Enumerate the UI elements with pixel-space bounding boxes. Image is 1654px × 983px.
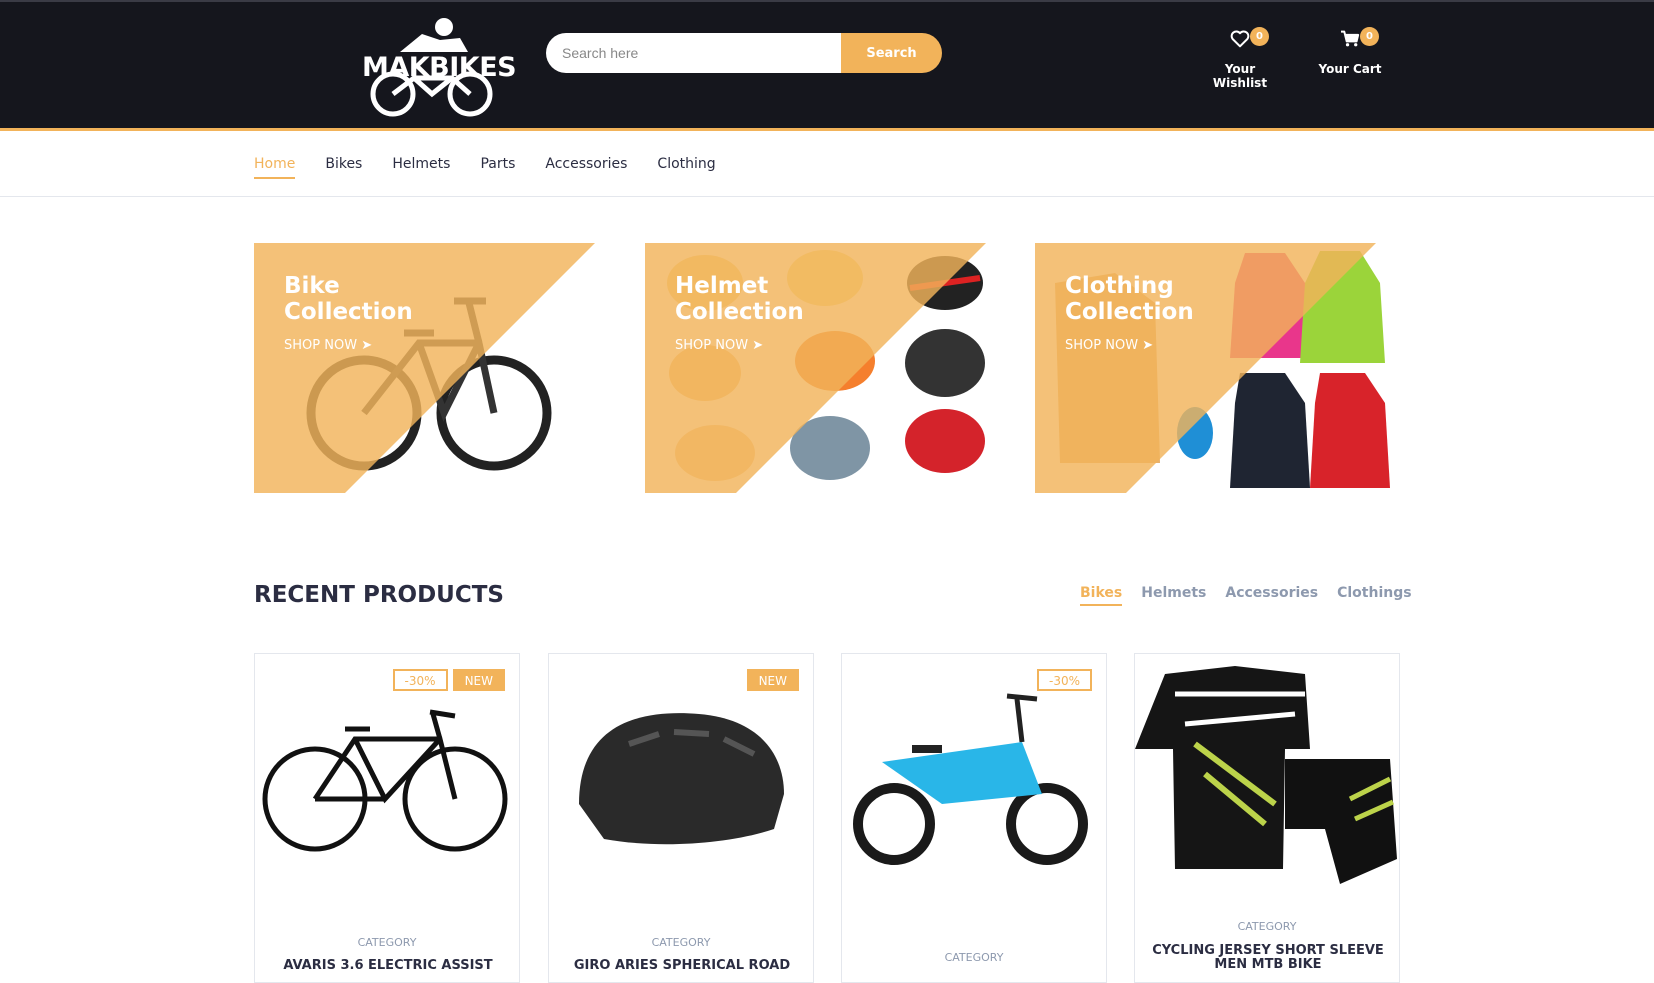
sale-badge: -30% xyxy=(392,669,448,691)
site-header: MAKBIKES Search 0 Your Wishlist 0 Your C… xyxy=(0,0,1654,131)
wishlist-label: Your Wishlist xyxy=(1212,62,1268,90)
helmet-collection-banner[interactable]: Helmet Collection SHOP NOW ➤ xyxy=(645,243,1007,493)
product-card[interactable]: CATEGORY CYCLING JERSEY SHORT SLEEVE MEN… xyxy=(1134,653,1400,983)
wishlist-link[interactable]: 0 Your Wishlist xyxy=(1198,26,1282,90)
tab-helmets[interactable]: Helmets xyxy=(1141,585,1206,606)
product-category: CATEGORY xyxy=(1237,920,1297,933)
new-badge: NEW xyxy=(746,669,799,691)
tab-clothings[interactable]: Clothings xyxy=(1337,585,1411,606)
product-name[interactable]: CYCLING JERSEY SHORT SLEEVE MEN MTB BIKE xyxy=(1145,944,1391,972)
search-input[interactable] xyxy=(546,33,841,73)
product-card[interactable]: NEW CATEGORY GIRO ARIES SPHERICAL ROAD xyxy=(548,653,814,983)
product-category: CATEGORY xyxy=(357,936,417,949)
collection-title: Bike Collection xyxy=(284,273,413,325)
wishlist-count-badge: 0 xyxy=(1250,27,1269,46)
sale-badge: -30% xyxy=(1036,669,1092,691)
nav-item-clothing[interactable]: Clothing xyxy=(657,156,715,179)
product-labels: -30% NEW xyxy=(392,669,505,691)
cart-link[interactable]: 0 Your Cart xyxy=(1316,26,1384,76)
collection-title: Helmet Collection xyxy=(675,273,804,325)
cart-icon xyxy=(1341,30,1360,47)
arrow-circle-right-icon: ➤ xyxy=(1142,338,1154,353)
bike-collection-banner[interactable]: Bike Collection SHOP NOW ➤ xyxy=(254,243,616,493)
search-bar: Search xyxy=(546,33,942,73)
collection-title: Clothing Collection xyxy=(1065,273,1194,325)
nav-item-home[interactable]: Home xyxy=(254,156,296,179)
new-badge: NEW xyxy=(452,669,505,691)
shop-now-link[interactable]: SHOP NOW ➤ xyxy=(1065,338,1153,353)
cart-count-badge: 0 xyxy=(1360,27,1379,46)
heart-icon xyxy=(1230,30,1250,48)
clothing-collection-banner[interactable]: Clothing Collection SHOP NOW ➤ xyxy=(1035,243,1397,493)
nav-item-bikes[interactable]: Bikes xyxy=(325,156,362,179)
product-name[interactable]: AVARIS 3.6 ELECTRIC ASSIST xyxy=(265,959,511,973)
product-category: CATEGORY xyxy=(944,951,1004,964)
nav-item-helmets[interactable]: Helmets xyxy=(392,156,450,179)
shop-now-link[interactable]: SHOP NOW ➤ xyxy=(284,338,372,353)
product-image xyxy=(1135,666,1397,884)
product-category-tabs: Bikes Helmets Accessories Clothings xyxy=(1080,585,1412,606)
makbikes-logo[interactable]: MAKBIKES xyxy=(362,16,517,120)
nav-item-parts[interactable]: Parts xyxy=(480,156,515,179)
tab-accessories[interactable]: Accessories xyxy=(1225,585,1318,606)
product-labels: NEW xyxy=(746,669,799,691)
product-card[interactable]: -30% NEW CATEGORY AVARIS 3.6 ELECTRIC AS… xyxy=(254,653,520,983)
arrow-circle-right-icon: ➤ xyxy=(361,338,373,353)
product-labels: -30% xyxy=(1036,669,1092,691)
shop-now-link[interactable]: SHOP NOW ➤ xyxy=(675,338,763,353)
arrow-circle-right-icon: ➤ xyxy=(752,338,764,353)
product-name[interactable]: GIRO ARIES SPHERICAL ROAD xyxy=(559,959,805,973)
cart-label: Your Cart xyxy=(1318,62,1382,76)
tab-bikes[interactable]: Bikes xyxy=(1080,585,1123,606)
recent-products-title: RECENT PRODUCTS xyxy=(254,582,504,608)
nav-item-accessories[interactable]: Accessories xyxy=(545,156,627,179)
product-category: CATEGORY xyxy=(651,936,711,949)
product-card[interactable]: -30% CATEGORY xyxy=(841,653,1107,983)
main-navigation: Home Bikes Helmets Parts Accessories Clo… xyxy=(0,131,1654,197)
logo-text: MAKBIKES xyxy=(362,52,517,83)
search-button[interactable]: Search xyxy=(841,33,942,73)
